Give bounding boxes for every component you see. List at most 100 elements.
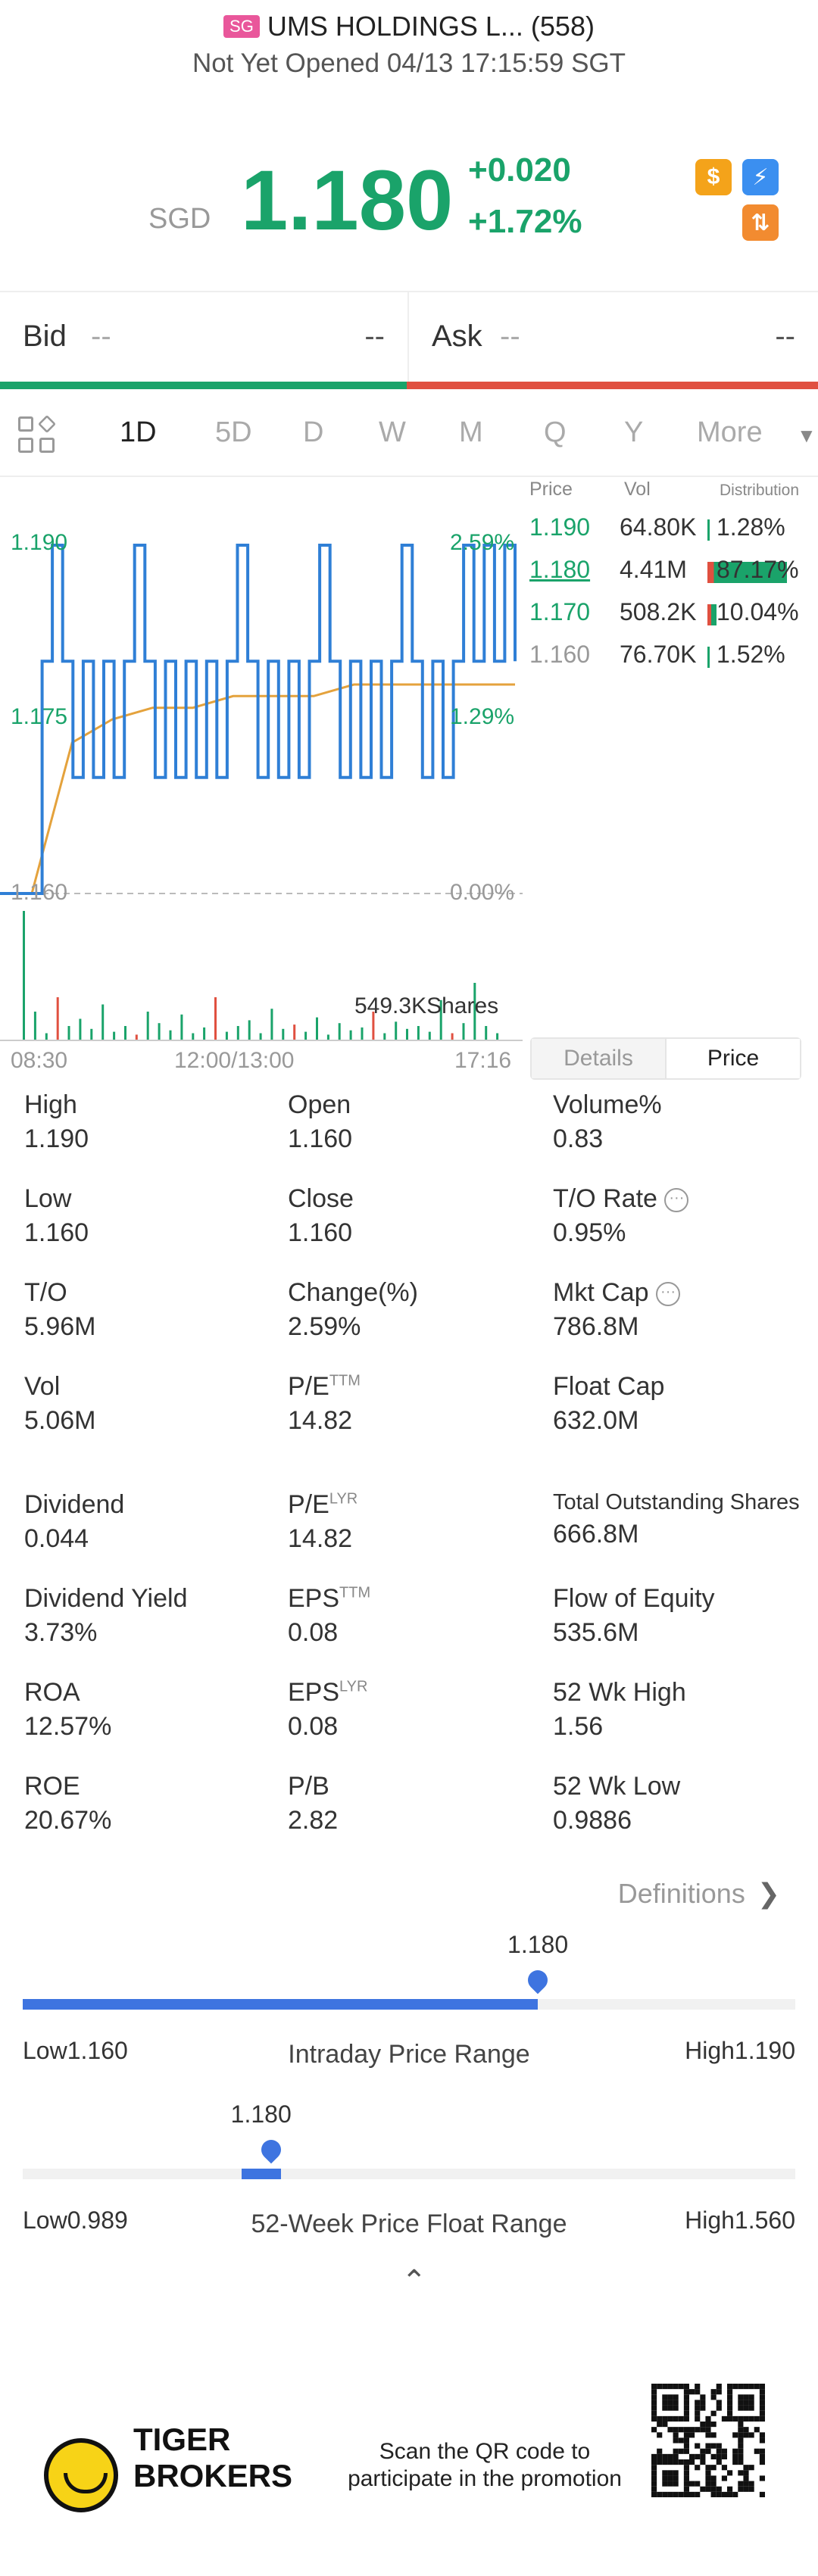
stat-52wk-low: 52 Wk Low 0.9886 (553, 1772, 681, 1835)
promo-text: Scan the QR code to participate in the p… (348, 2439, 622, 2491)
qr-module (673, 2427, 679, 2433)
stat-dividend: Dividend 0.044 (24, 1490, 125, 1553)
qr-module (705, 2422, 711, 2428)
grid-icon[interactable] (18, 414, 58, 456)
qr-module (738, 2400, 744, 2406)
tab-y[interactable]: Y (624, 416, 643, 449)
price-change: +0.020 (468, 151, 571, 189)
qr-module (683, 2427, 689, 2433)
volume-bar (135, 1034, 138, 1040)
segment-price[interactable]: Price (665, 1039, 800, 1078)
trade-icon[interactable]: ⇅ (742, 204, 779, 241)
qr-module (759, 2389, 765, 2395)
intraday-fill (23, 1999, 539, 2010)
qr-module (716, 2448, 722, 2454)
stat-roe: ROE 20.67% (24, 1772, 112, 1835)
grid-cell (18, 416, 33, 432)
qr-module (700, 2486, 706, 2492)
tab-more[interactable]: More (697, 416, 763, 449)
qr-module (683, 2432, 689, 2438)
market-status: Not Yet Opened 04/13 17:15:59 SGT (192, 48, 626, 78)
qr-module (738, 2437, 744, 2443)
qr-module (732, 2459, 738, 2465)
qr-module (721, 2475, 727, 2481)
ask-section[interactable]: Ask -- -- (409, 292, 818, 389)
volume-bar (326, 1034, 329, 1040)
qr-module (754, 2427, 760, 2433)
qr-module (716, 2443, 722, 2449)
qr-module (716, 2389, 722, 2395)
qr-module (748, 2384, 754, 2390)
qr-module (683, 2448, 689, 2454)
price-line (0, 544, 517, 895)
tab-w[interactable]: W (379, 416, 406, 449)
dist-bar (707, 604, 717, 625)
lightning-icon[interactable]: ⚡ (742, 159, 779, 195)
bid-section[interactable]: Bid -- -- (0, 292, 409, 389)
volume-bar (33, 1012, 36, 1040)
price-block: SGD 1.180 +0.020 +1.72% $ ⚡ ⇅ (0, 136, 818, 288)
qr-module (705, 2470, 711, 2476)
qr-module (754, 2448, 760, 2454)
tab-q[interactable]: Q (544, 416, 567, 449)
week52-marker-icon (257, 2135, 286, 2164)
qr-module (651, 2384, 657, 2390)
qr-module (657, 2422, 663, 2428)
qr-module (662, 2491, 668, 2497)
volume-bar (67, 1026, 70, 1040)
segment-details[interactable]: Details (532, 1039, 665, 1078)
stat-52wk-high: 52 Wk High 1.56 (553, 1678, 686, 1741)
grid-cell (18, 438, 33, 453)
tab-d[interactable]: D (303, 416, 323, 449)
grid-cell (39, 438, 55, 453)
qr-module (667, 2405, 673, 2411)
title-row[interactable]: SG UMS HOLDINGS L... (558) (0, 11, 818, 42)
qr-module (662, 2422, 668, 2428)
intraday-chart[interactable]: 1.190 1.175 1.160 2.59% 1.29% 0.00% 549.… (0, 479, 523, 1073)
week52-high: High1.560 (685, 2206, 795, 2234)
qr-module (732, 2453, 738, 2459)
stat-vol: Vol 5.06M (24, 1372, 96, 1435)
qr-module (759, 2437, 765, 2443)
qr-module (689, 2427, 695, 2433)
promo-banner[interactable]: TIGER BROKERS Scan the QR code to partic… (0, 2347, 818, 2576)
qr-module (651, 2410, 657, 2416)
qr-module (673, 2475, 679, 2481)
qr-module (667, 2481, 673, 2487)
volume-bar (395, 1021, 398, 1040)
qr-module (683, 2465, 689, 2471)
qr-module (727, 2470, 733, 2476)
qr-module (667, 2394, 673, 2400)
definitions-link[interactable]: Definitions ❯ (618, 1878, 780, 1910)
volume-bar (203, 1027, 206, 1040)
qr-module (651, 2459, 657, 2465)
qr-code-icon[interactable] (651, 2384, 765, 2497)
x-tick-mid: 12:00/13:00 (174, 1048, 295, 1073)
qr-module (700, 2453, 706, 2459)
chevron-up-icon[interactable]: ⌃ (401, 2264, 427, 2299)
qr-module (738, 2486, 744, 2492)
volume-bar (293, 1024, 296, 1040)
qr-module (710, 2443, 717, 2449)
tab-1d[interactable]: 1D (120, 416, 157, 449)
dist-row: 1.190 64.80K 1.28% (526, 512, 818, 553)
stat-eps-lyr: EPSLYR 0.08 (288, 1678, 368, 1741)
intraday-title: Intraday Price Range (288, 2040, 530, 2069)
intraday-marker-icon (523, 1966, 552, 1994)
dist-bar (707, 647, 710, 668)
qr-module (732, 2415, 738, 2422)
dist-row: 1.180 4.41M 87.17% (526, 554, 818, 595)
dist-vol: 4.41M (620, 556, 687, 583)
dist-pct: 87.17% (717, 556, 799, 583)
info-icon[interactable]: ··· (656, 1282, 681, 1307)
qr-module (678, 2448, 684, 2454)
tab-5d[interactable]: 5D (215, 416, 252, 449)
tab-m[interactable]: M (459, 416, 483, 449)
dollar-icon[interactable]: $ (695, 159, 732, 195)
x-tick-start: 08:30 (11, 1048, 68, 1073)
chevron-down-icon[interactable]: ▼ (797, 424, 816, 448)
volume-bar (248, 1020, 251, 1040)
info-icon[interactable]: ··· (664, 1188, 689, 1213)
qr-module (667, 2427, 673, 2433)
qr-module (738, 2470, 744, 2476)
